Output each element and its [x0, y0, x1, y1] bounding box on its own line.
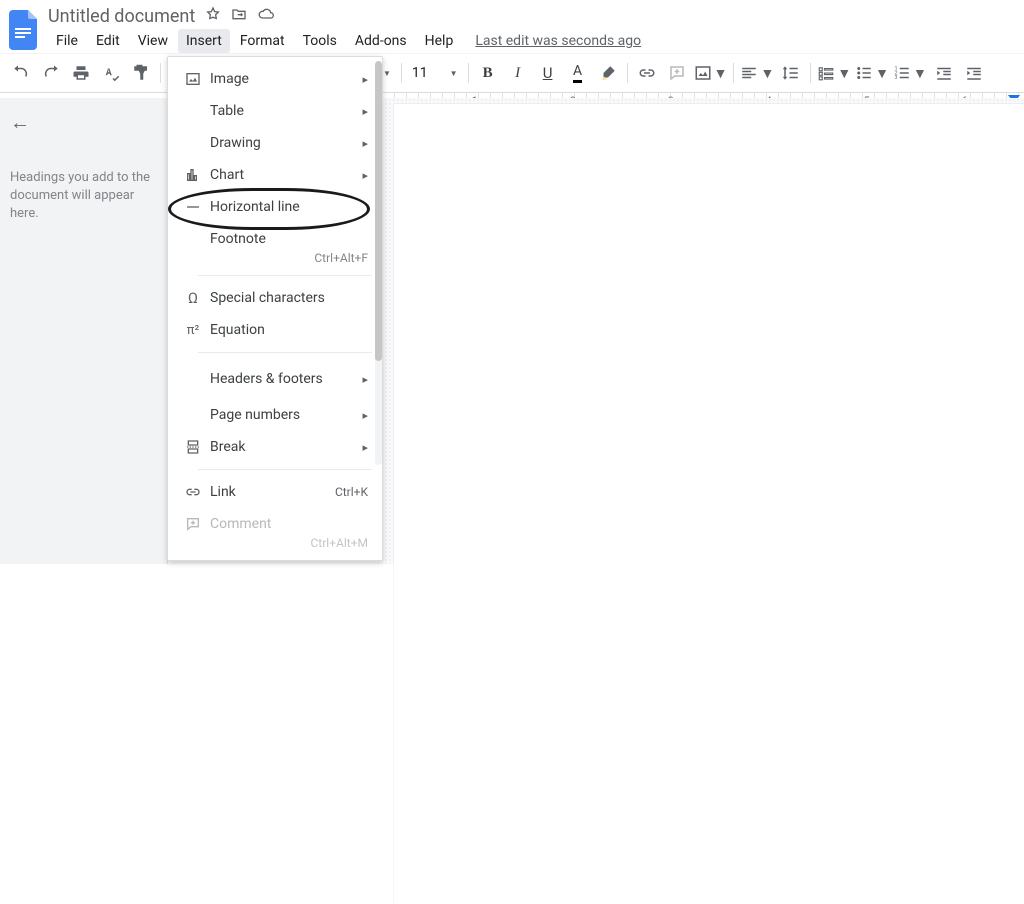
- increase-indent-button[interactable]: [961, 60, 987, 86]
- toolbar: ▼ 11▼ B I U A ▼ ▼ ▼ ▼ 123▼: [0, 53, 1024, 93]
- insert-page-numbers[interactable]: Page numbers▸: [168, 399, 382, 431]
- menu-view[interactable]: View: [130, 29, 176, 53]
- menu-help[interactable]: Help: [417, 29, 462, 53]
- font-size-dropdown[interactable]: 11▼: [406, 60, 464, 86]
- insert-break[interactable]: Break▸: [168, 431, 382, 463]
- undo-button[interactable]: [8, 60, 34, 86]
- comment-icon: [182, 516, 204, 532]
- insert-comment[interactable]: Comment: [168, 508, 382, 540]
- spellcheck-button[interactable]: [98, 60, 124, 86]
- text-color-button[interactable]: A: [565, 60, 591, 86]
- insert-chart[interactable]: Chart▸: [168, 159, 382, 191]
- menu-file[interactable]: File: [48, 29, 86, 53]
- chevron-right-icon: ▸: [362, 137, 368, 150]
- link-icon: [182, 484, 204, 500]
- document-title[interactable]: Untitled document: [48, 6, 195, 27]
- outline-placeholder: Headings you add to the document will ap…: [10, 169, 157, 224]
- chevron-right-icon: ▸: [362, 441, 368, 454]
- chart-icon: [182, 167, 204, 183]
- chevron-right-icon: ▸: [362, 409, 368, 422]
- omega-icon: Ω: [182, 289, 204, 307]
- highlight-color-button[interactable]: [595, 60, 621, 86]
- numbered-list-button[interactable]: 123▼: [893, 60, 927, 86]
- underline-button[interactable]: U: [535, 60, 561, 86]
- insert-link[interactable]: LinkCtrl+K: [168, 476, 382, 508]
- italic-button[interactable]: I: [505, 60, 531, 86]
- insert-comment-button[interactable]: [664, 60, 690, 86]
- docs-logo-icon[interactable]: [6, 7, 42, 53]
- move-icon[interactable]: [231, 6, 247, 27]
- menu-format[interactable]: Format: [232, 29, 293, 53]
- chevron-right-icon: ▸: [362, 169, 368, 182]
- pi-icon: π²: [182, 323, 204, 338]
- chevron-right-icon: ▸: [362, 73, 368, 86]
- title-bar: Untitled document File Edit View Insert …: [0, 0, 1024, 53]
- last-edit-link[interactable]: Last edit was seconds ago: [475, 33, 641, 49]
- print-button[interactable]: [68, 60, 94, 86]
- insert-image-button[interactable]: ▼: [694, 60, 728, 86]
- decrease-indent-button[interactable]: [931, 60, 957, 86]
- redo-button[interactable]: [38, 60, 64, 86]
- page[interactable]: [394, 104, 1024, 904]
- svg-text:3: 3: [895, 75, 898, 81]
- insert-special-characters[interactable]: Ω Special characters: [168, 282, 382, 314]
- menu-bar: File Edit View Insert Format Tools Add-o…: [48, 29, 641, 53]
- cloud-status-icon[interactable]: [257, 6, 275, 27]
- menu-tools[interactable]: Tools: [295, 29, 345, 53]
- insert-drawing[interactable]: Drawing▸: [168, 127, 382, 159]
- horizontal-line-icon: [182, 199, 204, 215]
- insert-equation[interactable]: π² Equation: [168, 314, 382, 346]
- insert-horizontal-line[interactable]: Horizontal line: [168, 191, 382, 223]
- checklist-button[interactable]: ▼: [817, 60, 851, 86]
- chevron-right-icon: ▸: [362, 105, 368, 118]
- align-button[interactable]: ▼: [740, 60, 774, 86]
- bulleted-list-button[interactable]: ▼: [855, 60, 889, 86]
- insert-headers-footers[interactable]: Headers & footers▸: [168, 359, 382, 399]
- bold-button[interactable]: B: [475, 60, 501, 86]
- insert-link-button[interactable]: [634, 60, 660, 86]
- insert-image[interactable]: Image▸: [168, 63, 382, 95]
- chevron-right-icon: ▸: [362, 373, 368, 386]
- outline-sidebar: ← Headings you add to the document will …: [0, 98, 168, 564]
- insert-footnote[interactable]: Footnote: [168, 223, 382, 255]
- menu-edit[interactable]: Edit: [88, 29, 128, 53]
- line-spacing-button[interactable]: [778, 60, 804, 86]
- insert-table[interactable]: Table▸: [168, 95, 382, 127]
- menu-addons[interactable]: Add-ons: [347, 29, 415, 53]
- page-break-icon: [182, 439, 204, 455]
- menu-insert[interactable]: Insert: [178, 29, 230, 53]
- star-icon[interactable]: [205, 6, 221, 27]
- insert-menu-dropdown: Image▸ Table▸ Drawing▸ Chart▸ Horizontal…: [167, 56, 383, 561]
- image-icon: [182, 71, 204, 87]
- paint-format-button[interactable]: [128, 60, 154, 86]
- close-outline-icon[interactable]: ←: [10, 110, 157, 135]
